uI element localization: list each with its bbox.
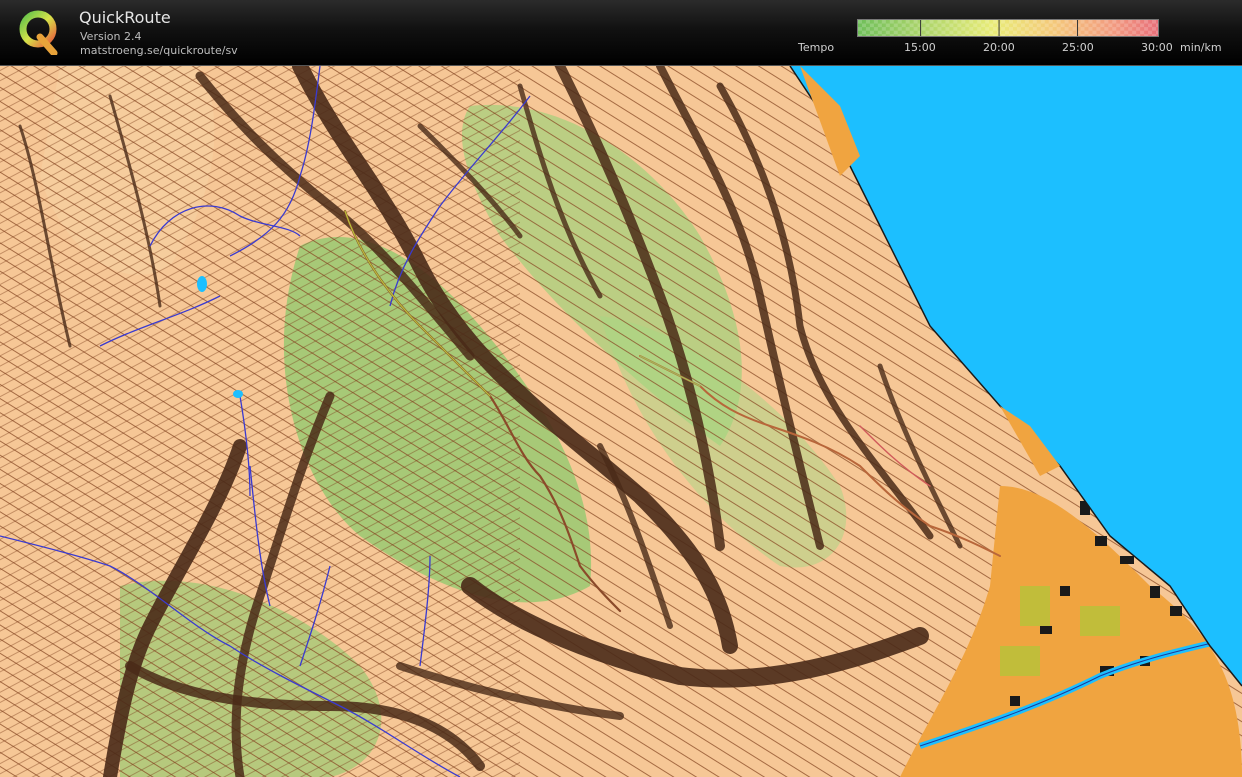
legend-tick: 25:00 bbox=[1062, 41, 1094, 54]
legend-label: Tempo bbox=[798, 41, 835, 54]
tempo-color-scale bbox=[857, 19, 1159, 37]
quickroute-window: QuickRoute Version 2.4 matstroeng.se/qui… bbox=[0, 0, 1242, 777]
legend-tick: 30:00 bbox=[1141, 41, 1173, 54]
app-url: matstroeng.se/quickroute/sv bbox=[80, 44, 238, 57]
pond bbox=[197, 276, 207, 292]
legend-unit: min/km bbox=[1180, 41, 1222, 54]
contour-lines bbox=[0, 66, 520, 777]
quickroute-logo-icon bbox=[19, 10, 58, 55]
orienteering-map[interactable] bbox=[0, 66, 1242, 777]
app-title: QuickRoute bbox=[79, 8, 171, 27]
app-version: Version 2.4 bbox=[80, 30, 142, 43]
legend-tick: 15:00 bbox=[904, 41, 936, 54]
legend-tick: 20:00 bbox=[983, 41, 1015, 54]
pond bbox=[233, 390, 243, 398]
header-bar: QuickRoute Version 2.4 matstroeng.se/qui… bbox=[0, 0, 1242, 65]
